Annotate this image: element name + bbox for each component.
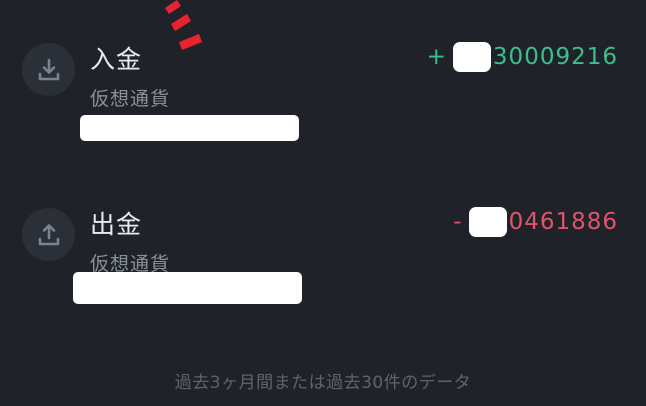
upload-icon (22, 208, 75, 261)
transaction-amount: - 0461886 (453, 207, 618, 237)
transaction-type-label: 入金 (90, 45, 143, 74)
download-icon (22, 43, 75, 96)
transaction-row-deposit[interactable]: 入金 仮想通貨 + 30009216 (0, 40, 646, 150)
amount-value: 0461886 (508, 209, 618, 235)
amount-value: 30009216 (492, 44, 618, 70)
data-range-note: 過去3ヶ月間または過去30件のデータ (174, 373, 472, 393)
amount-sign: - (453, 209, 463, 235)
transaction-history-screen: 入金 仮想通貨 + 30009216 出金 仮想通貨 - 0461886 過去3… (0, 0, 646, 406)
transaction-type-label: 出金 (90, 210, 143, 239)
redaction-box (73, 272, 302, 304)
redaction-box (80, 115, 299, 141)
transaction-row-withdraw[interactable]: 出金 仮想通貨 - 0461886 (0, 205, 646, 315)
amount-sign: + (426, 44, 447, 70)
asset-type-label: 仮想通貨 (90, 88, 171, 110)
redaction-box (468, 207, 507, 237)
redaction-box (452, 42, 491, 72)
transaction-amount: + 30009216 (427, 42, 618, 72)
